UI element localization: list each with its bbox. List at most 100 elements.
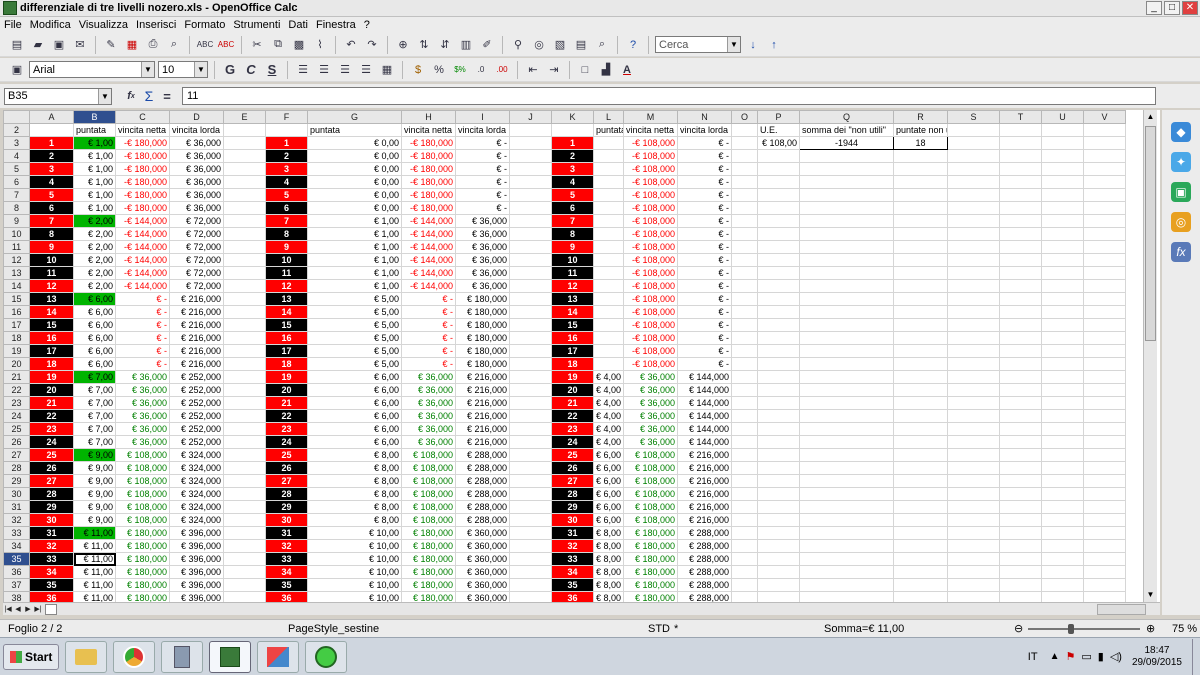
cell-a6[interactable]: 4	[29, 175, 74, 189]
cell-h18[interactable]: € -	[401, 331, 456, 345]
cell-t36[interactable]	[999, 565, 1042, 579]
cell-b34[interactable]: € 11,00	[73, 539, 116, 553]
cell-e10[interactable]	[223, 227, 266, 241]
cell-v33[interactable]	[1083, 526, 1126, 540]
cell-l11[interactable]	[593, 240, 624, 254]
cell-j16[interactable]	[509, 305, 552, 319]
cell-j10[interactable]	[509, 227, 552, 241]
cell-n23[interactable]: € 144,000	[677, 396, 732, 410]
cell-a13[interactable]: 11	[29, 266, 74, 280]
cell-u24[interactable]	[1041, 409, 1084, 423]
cell-h2[interactable]: vincita netta	[401, 123, 456, 137]
cell-i38[interactable]: € 360,000	[455, 591, 510, 602]
cell-g18[interactable]: € 5,00	[307, 331, 402, 345]
cell-f15[interactable]: 13	[265, 292, 308, 306]
cell-d12[interactable]: € 72,000	[169, 253, 224, 267]
cell-d35[interactable]: € 396,000	[169, 552, 224, 566]
menu-item-file[interactable]: File	[0, 19, 26, 31]
cell-l12[interactable]	[593, 253, 624, 267]
cell-s19[interactable]	[947, 344, 1000, 358]
cell-o29[interactable]	[731, 474, 758, 488]
cell-s15[interactable]	[947, 292, 1000, 306]
cell-s7[interactable]	[947, 188, 1000, 202]
cell-d30[interactable]: € 324,000	[169, 487, 224, 501]
cell-n24[interactable]: € 144,000	[677, 409, 732, 423]
cell-b14[interactable]: € 2,00	[73, 279, 116, 293]
cell-n30[interactable]: € 216,000	[677, 487, 732, 501]
cell-i8[interactable]: € -	[455, 201, 510, 215]
row-header[interactable]: 31	[3, 500, 30, 514]
cell-v11[interactable]	[1083, 240, 1126, 254]
cell-g28[interactable]: € 8,00	[307, 461, 402, 475]
cell-o19[interactable]	[731, 344, 758, 358]
cell-h14[interactable]: -€ 144,000	[401, 279, 456, 293]
column-header-f[interactable]: F	[265, 110, 308, 124]
cell-a12[interactable]: 10	[29, 253, 74, 267]
cell-c11[interactable]: -€ 144,000	[115, 240, 170, 254]
cell-l2[interactable]: puntata	[593, 123, 624, 137]
cell-s21[interactable]	[947, 370, 1000, 384]
cell-c34[interactable]: € 180,000	[115, 539, 170, 553]
cell-a37[interactable]: 35	[29, 578, 74, 592]
cell-k25[interactable]: 23	[551, 422, 594, 436]
cell-s6[interactable]	[947, 175, 1000, 189]
cell-m9[interactable]: -€ 108,000	[623, 214, 678, 228]
cell-v6[interactable]	[1083, 175, 1126, 189]
cell-j3[interactable]	[509, 136, 552, 150]
cell-l30[interactable]: € 6,00	[593, 487, 624, 501]
cell-m32[interactable]: € 108,000	[623, 513, 678, 527]
search-combo[interactable]: Cerca ▼	[655, 36, 741, 53]
cell-a25[interactable]: 23	[29, 422, 74, 436]
cell-e30[interactable]	[223, 487, 266, 501]
minimize-button[interactable]: _	[1146, 1, 1162, 15]
cell-s34[interactable]	[947, 539, 1000, 553]
cell-e22[interactable]	[223, 383, 266, 397]
row-header[interactable]: 12	[3, 253, 30, 267]
cell-r18[interactable]	[893, 331, 948, 345]
cell-i4[interactable]: € -	[455, 149, 510, 163]
cell-b21[interactable]: € 7,00	[73, 370, 116, 384]
cell-u2[interactable]	[1041, 123, 1084, 137]
cell-j37[interactable]	[509, 578, 552, 592]
menu-item-visualizza[interactable]: Visualizza	[75, 19, 132, 31]
cell-t19[interactable]	[999, 344, 1042, 358]
cell-b5[interactable]: € 1,00	[73, 162, 116, 176]
cell-v18[interactable]	[1083, 331, 1126, 345]
cell-k17[interactable]: 15	[551, 318, 594, 332]
cell-r25[interactable]	[893, 422, 948, 436]
cell-g33[interactable]: € 10,00	[307, 526, 402, 540]
currency-format-icon[interactable]: $	[409, 61, 427, 79]
cell-l8[interactable]	[593, 201, 624, 215]
align-right-icon[interactable]: ☰	[336, 61, 354, 79]
cell-j29[interactable]	[509, 474, 552, 488]
cell-r32[interactable]	[893, 513, 948, 527]
cell-d6[interactable]: € 36,000	[169, 175, 224, 189]
gallery-sidebar-icon[interactable]: ▣	[1171, 182, 1191, 202]
cell-k14[interactable]: 12	[551, 279, 594, 293]
autospellcheck-icon[interactable]: ABC	[217, 36, 235, 54]
cell-m27[interactable]: € 108,000	[623, 448, 678, 462]
cell-m24[interactable]: € 36,000	[623, 409, 678, 423]
cell-i36[interactable]: € 360,000	[455, 565, 510, 579]
cell-p19[interactable]	[757, 344, 800, 358]
cell-m36[interactable]: € 180,000	[623, 565, 678, 579]
cell-f36[interactable]: 34	[265, 565, 308, 579]
cell-p30[interactable]	[757, 487, 800, 501]
cell-q11[interactable]	[799, 240, 894, 254]
cell-a17[interactable]: 15	[29, 318, 74, 332]
cell-h37[interactable]: € 180,000	[401, 578, 456, 592]
cell-b13[interactable]: € 2,00	[73, 266, 116, 280]
function-icon[interactable]: =	[158, 87, 176, 105]
cell-p31[interactable]	[757, 500, 800, 514]
cell-d13[interactable]: € 72,000	[169, 266, 224, 280]
cell-u8[interactable]	[1041, 201, 1084, 215]
cell-l34[interactable]: € 8,00	[593, 539, 624, 553]
cell-j26[interactable]	[509, 435, 552, 449]
cell-f37[interactable]: 35	[265, 578, 308, 592]
undo-icon[interactable]: ↶	[342, 36, 360, 54]
cell-k19[interactable]: 17	[551, 344, 594, 358]
merge-cells-icon[interactable]: ▦	[378, 61, 396, 79]
cell-n28[interactable]: € 216,000	[677, 461, 732, 475]
cell-a4[interactable]: 2	[29, 149, 74, 163]
cell-e4[interactable]	[223, 149, 266, 163]
